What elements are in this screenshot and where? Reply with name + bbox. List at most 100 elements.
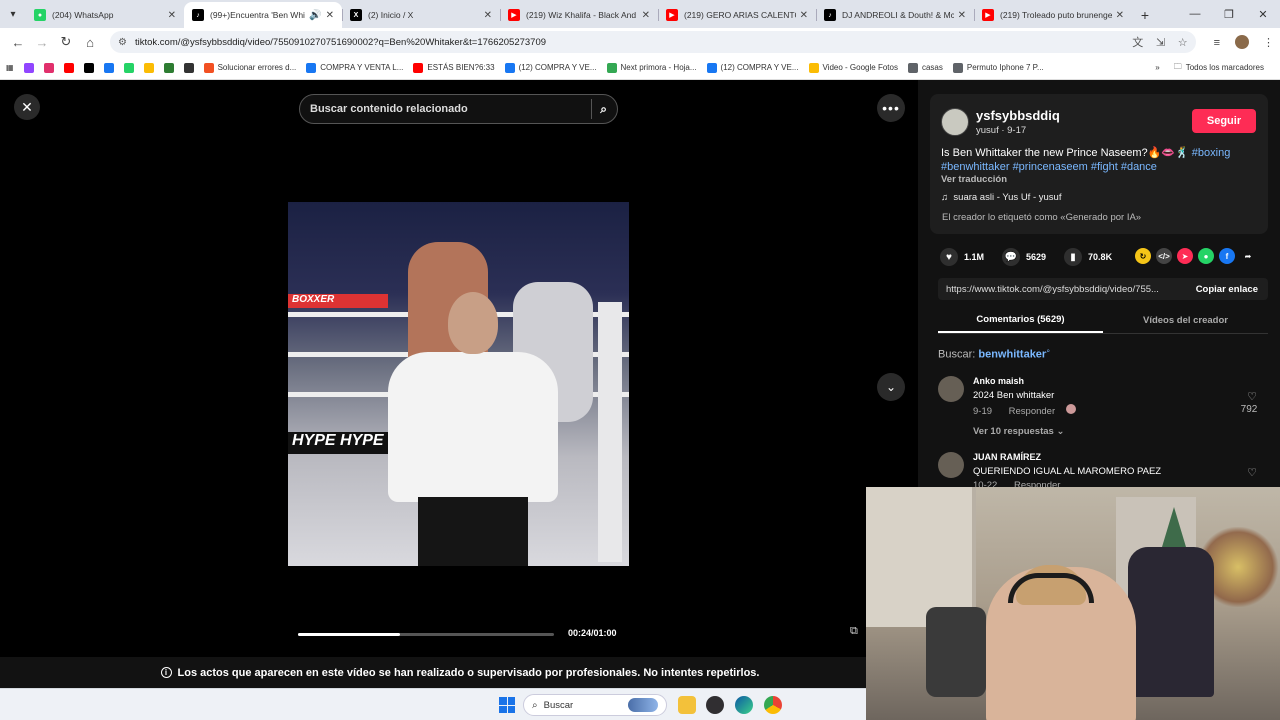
bookmark-item[interactable]: [163, 62, 178, 73]
bookmark-item[interactable]: casas: [907, 62, 943, 73]
bookmark-item[interactable]: [103, 62, 118, 73]
share-arrow-icon[interactable]: ➦: [1240, 248, 1256, 264]
tab-x[interactable]: X (2) Inicio / X ✕: [342, 2, 500, 28]
hashtag-link[interactable]: #fight: [1091, 161, 1118, 173]
reply-button[interactable]: Responder: [1009, 406, 1055, 417]
hashtag-link[interactable]: #boxing: [1192, 147, 1231, 159]
tab-tiktok-active[interactable]: ♪ (99+)Encuentra 'Ben Whittaker 🔊 ✕: [184, 2, 342, 28]
bookmark-item[interactable]: [183, 62, 198, 73]
creator-username[interactable]: ysfsybbsddiq: [976, 108, 1060, 123]
windows-start-icon[interactable]: [499, 697, 515, 713]
menu-kebab-icon[interactable]: ⋮: [1263, 37, 1274, 49]
close-tab-icon[interactable]: ✕: [484, 10, 492, 21]
taskbar-search[interactable]: ⌕ Buscar: [523, 694, 667, 716]
heart-icon[interactable]: ♡: [1240, 466, 1264, 479]
heart-icon[interactable]: ♡: [1240, 390, 1264, 403]
file-explorer-icon[interactable]: [678, 696, 696, 714]
media-control-icon[interactable]: ≡: [1214, 37, 1220, 49]
repost-icon[interactable]: ↻: [1135, 248, 1151, 264]
pip-icon[interactable]: ⧉: [850, 625, 866, 641]
bookmark-item[interactable]: [43, 62, 58, 73]
hashtag-link[interactable]: #princenaseem: [1013, 161, 1088, 173]
related-search-input[interactable]: Buscar contenido relacionado ⌕: [299, 94, 618, 124]
whatsapp-icon[interactable]: ●: [1198, 248, 1214, 264]
search-query-link[interactable]: benwhittaker: [978, 349, 1046, 361]
back-icon[interactable]: ←: [6, 30, 30, 54]
share-link-text[interactable]: https://www.tiktok.com/@ysfsybbsddiq/vid…: [938, 284, 1186, 295]
more-options-icon[interactable]: •••: [877, 94, 905, 122]
url-text[interactable]: tiktok.com/@ysfsybbsddiq/video/755091027…: [135, 37, 1122, 48]
all-bookmarks-folder[interactable]: 🗀 Todos los marcadores: [1174, 61, 1264, 75]
save-button[interactable]: ▮ 70.8K: [1064, 248, 1112, 266]
bookmark-item[interactable]: (12) COMPRA Y VE...: [706, 62, 799, 73]
avatar[interactable]: [941, 108, 969, 136]
avatar[interactable]: [938, 376, 964, 402]
translate-icon[interactable]: 文: [1132, 37, 1143, 49]
apps-grid-icon[interactable]: ▦: [6, 63, 14, 72]
bookmark-item[interactable]: ESTÁS BIEN?6:33: [413, 62, 495, 73]
translate-link[interactable]: Ver traducción: [941, 174, 1007, 185]
tab-youtube-gero[interactable]: ▶ (219) GERO ARIAS CALENTÓ la ✕: [658, 2, 816, 28]
chevron-down-icon[interactable]: ⌄: [877, 373, 905, 401]
close-tab-icon[interactable]: ✕: [168, 10, 176, 21]
related-search-suggestion[interactable]: Buscar: benwhittaker⌕: [938, 348, 1050, 361]
home-icon[interactable]: ⌂: [78, 30, 102, 54]
profile-avatar[interactable]: [1234, 34, 1249, 49]
bookmark-item[interactable]: Permuto Iphone 7 P...: [952, 62, 1044, 73]
bookmark-star-icon[interactable]: ☆: [1178, 37, 1188, 49]
bookmark-item[interactable]: [83, 62, 98, 73]
bookmark-item[interactable]: [63, 62, 78, 73]
video-progress-bar[interactable]: [298, 633, 554, 636]
hashtag-link[interactable]: #benwhittaker: [941, 161, 1010, 173]
install-icon[interactable]: ⇲: [1156, 37, 1165, 49]
close-tab-icon[interactable]: ✕: [800, 10, 808, 21]
comment-author[interactable]: Anko maish: [973, 376, 1024, 386]
video-frame[interactable]: BOXXER HYPE HYPE: [288, 202, 629, 566]
tab-tiktok-dj[interactable]: ♪ DJ ANDREOLI & Douth! & Mc ✕: [816, 2, 974, 28]
bookmark-item[interactable]: Solucionar errores d...: [203, 62, 296, 73]
comment-author[interactable]: JUAN RAMÍREZ: [973, 452, 1041, 462]
close-tab-icon[interactable]: ✕: [958, 10, 966, 21]
tab-youtube-troleado[interactable]: ▶ (219) Troleado puto brunenger ✕: [974, 2, 1132, 28]
bookmark-item[interactable]: [123, 62, 138, 73]
new-tab-button[interactable]: +: [1132, 2, 1158, 28]
tab-search-icon[interactable]: ▾: [0, 0, 26, 28]
music-link[interactable]: ♫ suara asli - Yus Uf - yusuf: [941, 192, 1061, 203]
chrome-icon[interactable]: [764, 696, 782, 714]
reload-icon[interactable]: ↻: [54, 30, 78, 54]
bookmark-item[interactable]: COMPRA Y VENTA L...: [306, 62, 403, 73]
close-tab-icon[interactable]: ✕: [1116, 10, 1124, 21]
obs-icon[interactable]: [706, 696, 724, 714]
bookmark-item[interactable]: (12) COMPRA Y VE...: [504, 62, 597, 73]
view-replies-button[interactable]: Ver 10 respuestas ⌄: [973, 426, 1064, 437]
close-tab-icon[interactable]: ✕: [642, 10, 650, 21]
bookmark-item[interactable]: Next primora - Hoja...: [606, 62, 697, 73]
close-icon[interactable]: ✕: [14, 94, 40, 120]
tab-creator-videos[interactable]: Vídeos del creador: [1103, 308, 1268, 333]
tab-comments[interactable]: Comentarios (5629): [938, 308, 1103, 333]
avatar[interactable]: [938, 452, 964, 478]
copy-link-button[interactable]: Copiar enlace: [1186, 284, 1268, 295]
maximize-icon[interactable]: ❐: [1212, 0, 1246, 28]
chevron-more-icon[interactable]: »: [1155, 63, 1159, 72]
site-info-icon[interactable]: ⚙: [118, 37, 127, 48]
forward-icon[interactable]: →: [30, 30, 54, 54]
comment-button[interactable]: 💬 5629: [1002, 248, 1046, 266]
close-window-icon[interactable]: ✕: [1246, 0, 1280, 28]
bookmark-item[interactable]: Video - Google Fotos: [808, 62, 898, 73]
hashtag-link[interactable]: #dance: [1121, 161, 1157, 173]
bookmark-item[interactable]: [23, 62, 38, 73]
follow-button[interactable]: Seguir: [1192, 109, 1256, 133]
close-tab-icon[interactable]: ✕: [326, 10, 334, 21]
bookmark-item[interactable]: [143, 62, 158, 73]
video-player[interactable]: Buscar contenido relacionado ⌕ BOXXER HY…: [288, 80, 629, 688]
like-button[interactable]: ♥ 1.1M: [940, 248, 984, 266]
tab-youtube-wiz[interactable]: ▶ (219) Wiz Khalifa - Black And Yellow ✕: [500, 2, 658, 28]
edge-icon[interactable]: [735, 696, 753, 714]
minimize-icon[interactable]: —: [1178, 0, 1212, 28]
facebook-icon[interactable]: f: [1219, 248, 1235, 264]
search-icon[interactable]: ⌕: [600, 102, 607, 117]
speaker-icon[interactable]: 🔊: [309, 10, 321, 21]
address-bar[interactable]: ⚙ tiktok.com/@ysfsybbsddiq/video/7550910…: [110, 31, 1196, 53]
embed-icon[interactable]: </>: [1156, 248, 1172, 264]
